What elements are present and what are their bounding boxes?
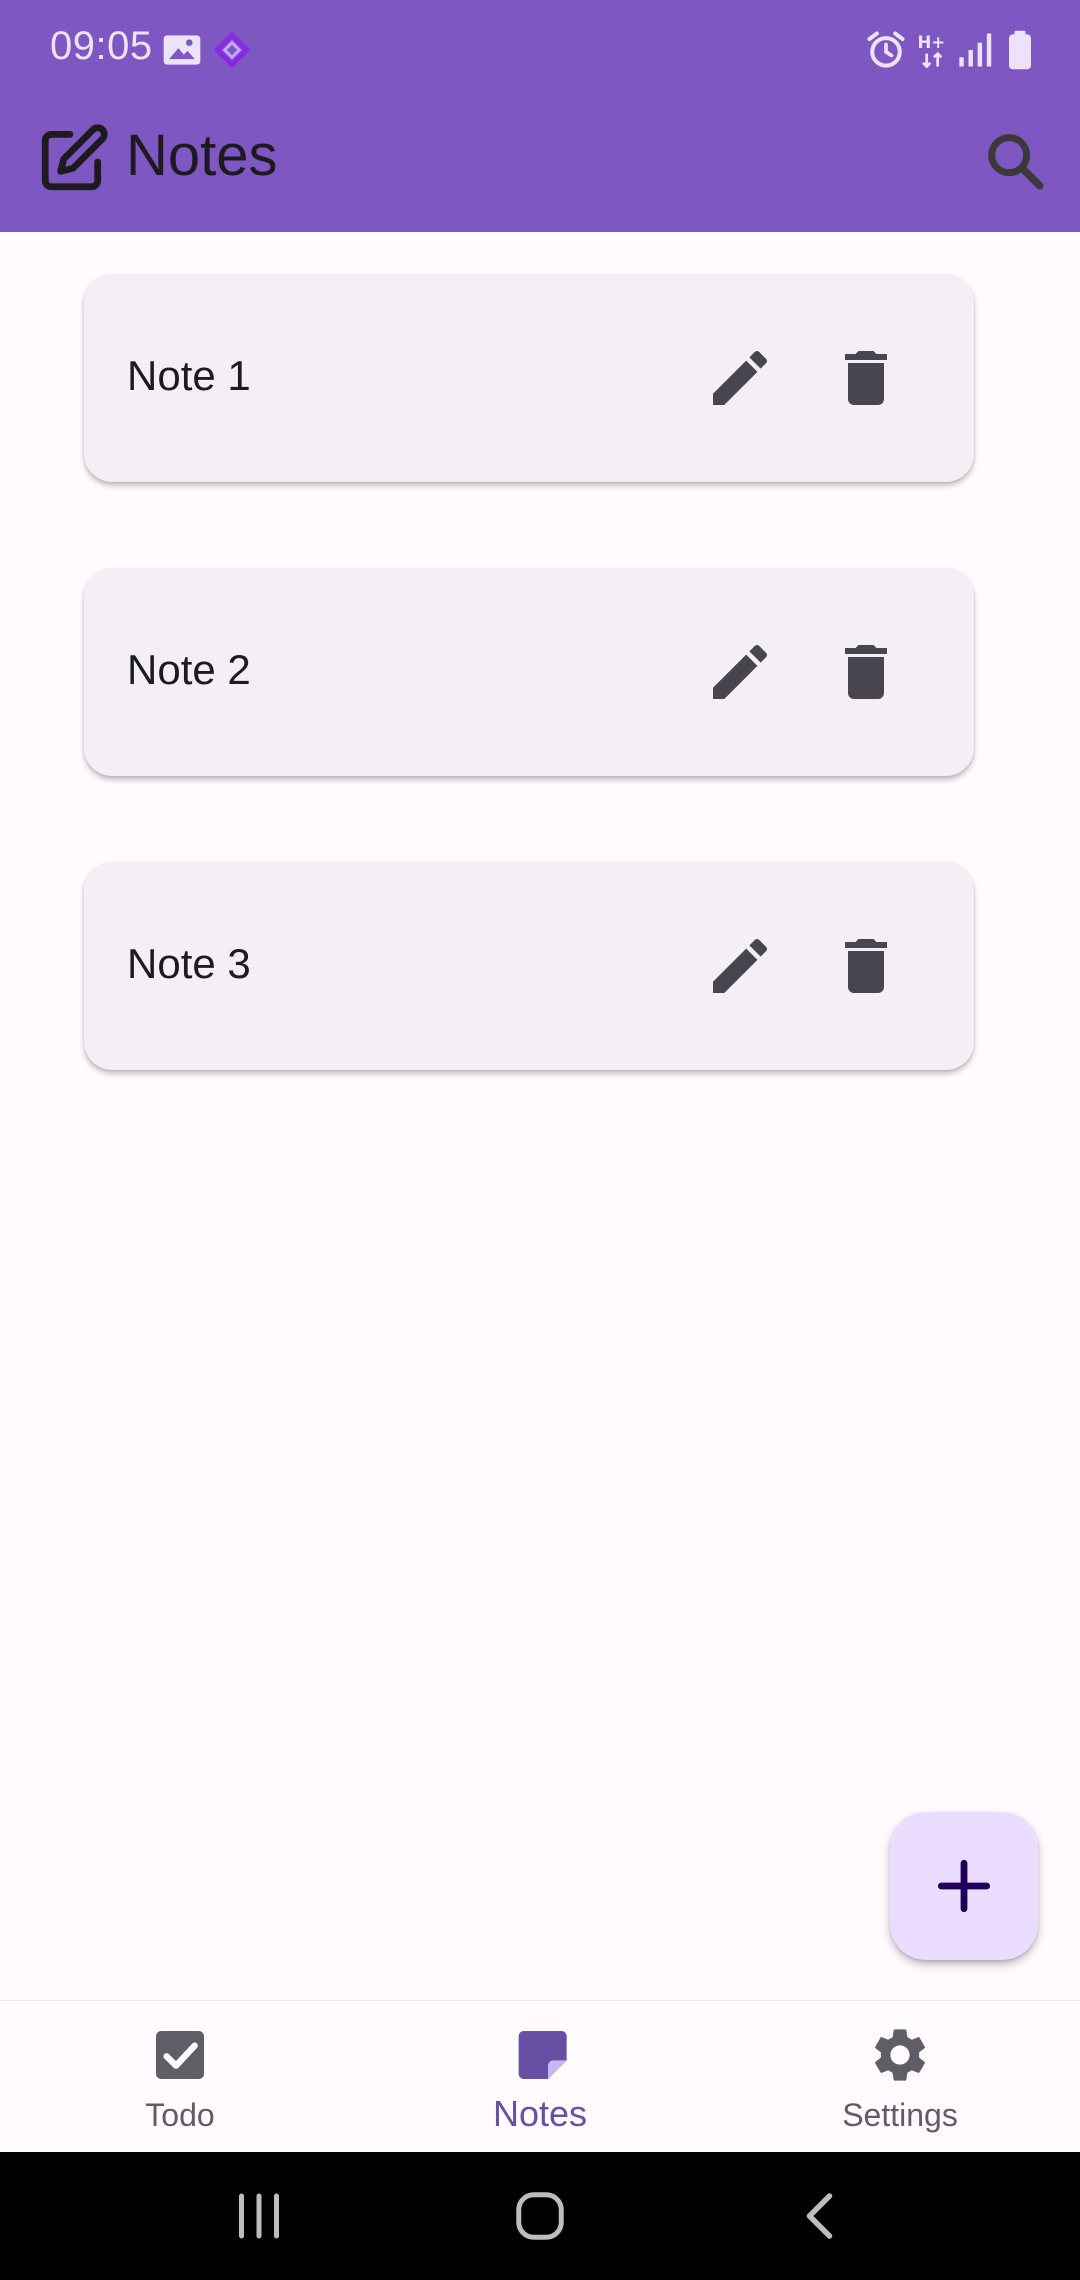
signal-icon [959,33,992,67]
edit-note-button[interactable] [704,342,776,414]
note-card[interactable]: Note 1 [84,274,974,482]
delete-note-button[interactable] [830,342,902,414]
app-notification-icon [213,31,251,69]
edit-note-button[interactable] [704,636,776,708]
note-card[interactable]: Note 2 [84,568,974,776]
trash-icon [845,645,887,699]
bottom-navigation: Todo Notes Settings [0,2000,1080,2153]
app-bar-title-row: Notes [0,100,1080,232]
recent-apps-icon[interactable] [229,2186,289,2246]
delete-note-button[interactable] [830,930,902,1002]
plus-icon [937,1859,991,1913]
search-icon [988,134,1044,190]
add-note-fab[interactable] [890,1812,1038,1960]
search-button[interactable] [980,126,1050,196]
battery-icon [1009,30,1031,70]
home-icon[interactable] [510,2186,570,2246]
gear-icon [875,2029,925,2081]
note-card[interactable]: Note 3 [84,862,974,1070]
nav-item-settings[interactable]: Settings [720,2001,1080,2153]
note-title: Note 1 [127,352,251,399]
svg-text:H+: H+ [918,33,946,52]
note-title: Note 3 [127,940,251,987]
trash-icon [845,351,887,405]
note-icon [518,2031,567,2079]
system-navigation-bar [0,2152,1080,2280]
nav-label-todo: Todo [145,2097,215,2133]
status-bar: 09:05 H+ [0,0,1080,100]
nav-label-notes: Notes [492,2093,588,2134]
back-icon[interactable] [792,2186,852,2246]
status-time: 09:05 [50,24,153,68]
gallery-icon [163,35,201,65]
delete-note-button[interactable] [830,636,902,708]
trash-icon [845,939,887,993]
edit-note-icon [41,124,108,191]
pencil-icon [713,644,768,699]
nav-item-todo[interactable]: Todo [0,2001,360,2153]
nav-label-settings: Settings [842,2097,958,2133]
nav-item-notes[interactable]: Notes [360,2001,720,2153]
checkbox-icon [156,2031,204,2079]
note-title: Note 2 [127,646,251,693]
alarm-icon [867,31,905,68]
mobile-data-icon: H+ [918,33,946,69]
pencil-icon [713,938,768,993]
top-app-bar: 09:05 H+ Notes [0,0,1080,232]
page-title: Notes [126,123,278,188]
edit-note-button[interactable] [704,930,776,1002]
pencil-icon [713,350,768,405]
